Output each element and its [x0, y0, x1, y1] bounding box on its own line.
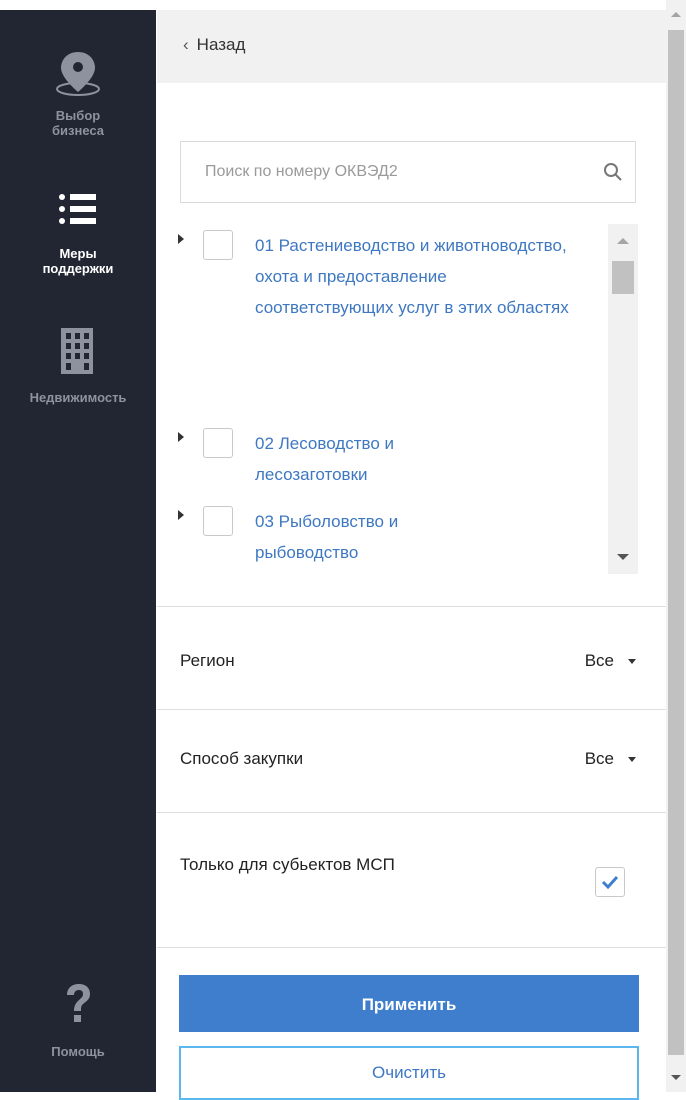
sidebar-item-realty[interactable]: Недвижимость [0, 326, 156, 405]
tree-item-label[interactable]: 02 Лесоводство и лесозаготовки [255, 428, 475, 490]
checkmark-icon [601, 875, 619, 890]
expand-arrow-icon[interactable] [178, 432, 184, 442]
filter-panel: ‹ Назад 01 Растениеводство и животноводст… [157, 10, 666, 1100]
scroll-thumb[interactable] [612, 261, 634, 294]
back-label: Назад [196, 35, 246, 54]
tree-scrollbar[interactable] [608, 224, 638, 574]
question-icon [67, 984, 90, 1022]
chevron-down-icon[interactable] [628, 757, 636, 762]
back-button[interactable]: ‹ Назад [183, 35, 245, 55]
building-icon [61, 328, 93, 374]
map-pin-icon [56, 52, 100, 96]
sidebar-item-business[interactable]: Выбор бизнеса [0, 50, 156, 138]
tree-item-label[interactable]: 03 Рыболовство и рыбоводство [255, 506, 475, 568]
help-label: Помощь [51, 1044, 105, 1059]
divider [157, 606, 666, 607]
tree-item-label[interactable]: 01 Растениеводство и животноводство, охо… [255, 230, 585, 323]
scroll-up-icon[interactable] [671, 12, 681, 17]
region-select[interactable]: Все [585, 650, 614, 672]
back-bar: ‹ Назад [157, 10, 666, 83]
scroll-down-icon[interactable] [671, 1075, 681, 1080]
page-scrollbar[interactable] [666, 0, 686, 1092]
expand-arrow-icon[interactable] [178, 510, 184, 520]
search-icon[interactable] [603, 162, 623, 182]
procurement-filter[interactable]: Способ закупки Все [180, 748, 638, 788]
sidebar-item-support[interactable]: Меры поддержки [0, 190, 156, 276]
scroll-thumb[interactable] [668, 30, 684, 1055]
tree-checkbox[interactable] [203, 428, 233, 458]
apply-button[interactable]: Применить [179, 975, 639, 1032]
expand-arrow-icon[interactable] [178, 234, 184, 244]
procurement-select[interactable]: Все [585, 748, 614, 770]
okved-search-input[interactable] [181, 142, 581, 202]
sidebar-item-label: Недвижимость [29, 390, 127, 405]
region-label: Регион [180, 651, 235, 670]
okved-tree: 01 Растениеводство и животноводство, охо… [157, 224, 639, 574]
divider [157, 947, 666, 948]
scroll-down-icon[interactable] [617, 554, 629, 560]
sidebar-item-label: Меры поддержки [42, 246, 114, 276]
divider [157, 812, 666, 813]
scroll-up-icon[interactable] [617, 238, 629, 244]
sidebar-item-label: Выбор бизнеса [51, 108, 104, 138]
region-filter[interactable]: Регион Все [180, 650, 638, 690]
chevron-down-icon[interactable] [628, 659, 636, 664]
msp-only-checkbox[interactable] [595, 867, 625, 897]
procurement-label: Способ закупки [180, 749, 304, 768]
list-icon [59, 194, 96, 224]
sidebar: Выбор бизнеса Меры поддержки Недвижимост… [0, 0, 156, 1092]
divider [157, 709, 666, 710]
sidebar-top-strip [0, 0, 156, 10]
sidebar-item-help[interactable]: Помощь [0, 982, 156, 1059]
okved-search-field [180, 141, 636, 203]
tree-checkbox[interactable] [203, 230, 233, 260]
msp-only-label: Только для субьектов МСП [180, 855, 395, 874]
chevron-left-icon: ‹ [183, 35, 189, 54]
tree-checkbox[interactable] [203, 506, 233, 536]
